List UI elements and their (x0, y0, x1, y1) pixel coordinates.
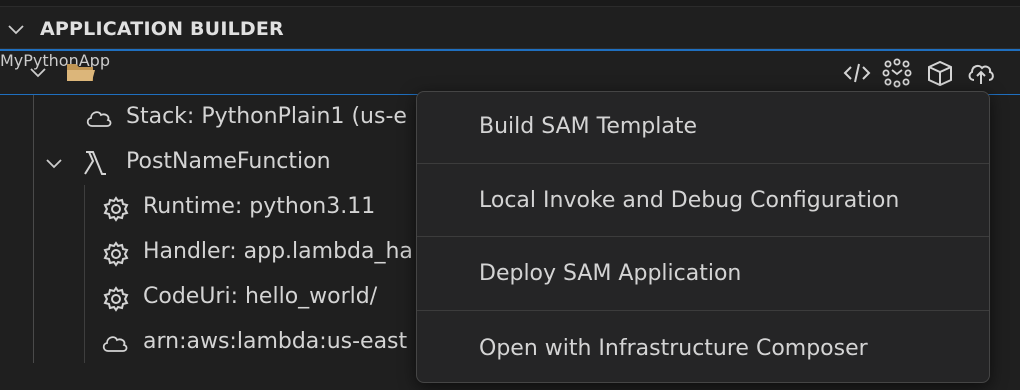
code-icon[interactable] (842, 58, 872, 88)
infrastructure-composer-icon[interactable] (882, 58, 912, 88)
cloud-icon (100, 331, 130, 355)
section-header[interactable]: APPLICATION BUILDER (0, 10, 1020, 49)
menu-item-local-invoke[interactable]: Local Invoke and Debug Configuration (417, 164, 989, 236)
tree-item-label: Runtime: python3.11 (143, 194, 376, 219)
cloud-upload-icon[interactable] (966, 58, 996, 88)
package-icon[interactable] (925, 58, 955, 88)
menu-item-label: Deploy SAM Application (479, 261, 742, 286)
tree-item-label: Stack: PythonPlain1 (us-e (126, 104, 407, 129)
menu-item-build-sam-template[interactable]: Build SAM Template (417, 92, 989, 164)
application-builder-panel: APPLICATION BUILDER MyPythonApp Stack: P… (0, 0, 1020, 390)
tree-item-label: arn:aws:lambda:us-east (143, 329, 408, 354)
lambda-icon (82, 149, 108, 177)
tree-item-label: PostNameFunction (126, 149, 331, 174)
cloud-icon (84, 106, 114, 130)
section-title: APPLICATION BUILDER (40, 18, 284, 40)
gear-icon (102, 285, 130, 313)
chevron-down-icon[interactable] (6, 20, 26, 40)
menu-item-label: Build SAM Template (479, 114, 698, 139)
menu-item-deploy-sam-application[interactable]: Deploy SAM Application (417, 237, 989, 309)
tree-item-label: Handler: app.lambda_ha (143, 239, 413, 264)
chevron-down-icon[interactable] (44, 154, 64, 174)
chevron-down-icon[interactable] (28, 63, 48, 83)
menu-item-open-infrastructure-composer[interactable]: Open with Infrastructure Composer (417, 311, 989, 383)
panel-top-edge (0, 0, 1020, 7)
tree-item-label: CodeUri: hello_world/ (143, 284, 378, 309)
folder-icon (66, 60, 96, 84)
menu-item-label: Open with Infrastructure Composer (479, 336, 868, 361)
tree-item-app[interactable]: MyPythonApp (0, 49, 1020, 95)
gear-icon (102, 195, 130, 223)
gear-icon (102, 240, 130, 268)
menu-item-label: Local Invoke and Debug Configuration (479, 188, 900, 213)
context-menu: Build SAM Template Local Invoke and Debu… (416, 91, 990, 383)
